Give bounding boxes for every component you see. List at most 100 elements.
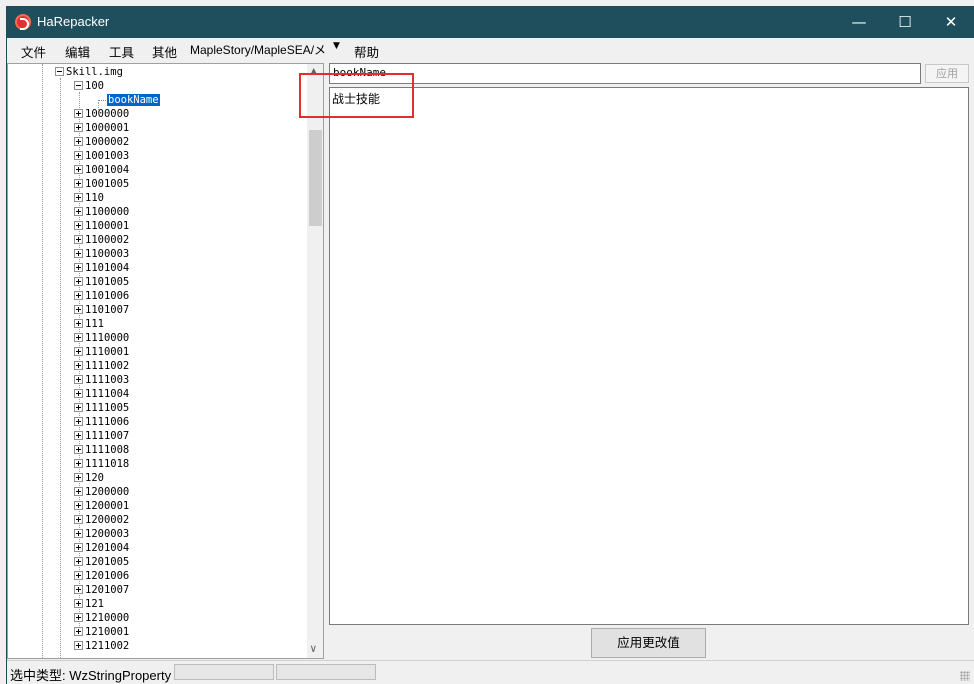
tree-node[interactable]: 1001003 <box>74 149 129 163</box>
tree-node[interactable]: 1001004 <box>74 163 129 177</box>
collapse-icon[interactable] <box>55 66 64 76</box>
expand-icon[interactable] <box>74 360 83 370</box>
expand-icon[interactable] <box>74 612 83 622</box>
tree-node-100[interactable]: 100 <box>74 79 104 93</box>
tree-node[interactable]: 1111006 <box>74 415 129 429</box>
expand-icon[interactable] <box>74 626 83 636</box>
tree-node[interactable]: 111 <box>74 317 104 331</box>
expand-icon[interactable] <box>74 528 83 538</box>
tree-node[interactable]: 1111018 <box>74 457 129 471</box>
expand-icon[interactable] <box>74 220 83 230</box>
tree-node[interactable]: 1201005 <box>74 555 129 569</box>
minimize-button[interactable]: — <box>836 7 882 38</box>
tree-scrollbar[interactable]: ▲ ∨ <box>307 64 323 658</box>
expand-icon[interactable] <box>74 556 83 566</box>
expand-icon[interactable] <box>74 640 83 650</box>
tree-node[interactable]: 1100000 <box>74 205 129 219</box>
maximize-button[interactable]: ☐ <box>882 7 928 38</box>
expand-icon[interactable] <box>74 290 83 300</box>
menu-tools[interactable]: 工具 <box>109 42 134 61</box>
tree-node[interactable]: 1111008 <box>74 443 129 457</box>
expand-icon[interactable] <box>74 598 83 608</box>
apply-name-button[interactable]: 应用 <box>925 64 969 83</box>
tree-node[interactable]: 1200003 <box>74 527 129 541</box>
expand-icon[interactable] <box>74 542 83 552</box>
expand-icon[interactable] <box>74 458 83 468</box>
expand-icon[interactable] <box>74 318 83 328</box>
tree-node[interactable]: 1110000 <box>74 331 129 345</box>
tree-node[interactable]: 1200001 <box>74 499 129 513</box>
tree-node[interactable]: 121 <box>74 597 104 611</box>
tree-node[interactable]: 1101005 <box>74 275 129 289</box>
menu-help[interactable]: 帮助 <box>354 42 379 61</box>
expand-icon[interactable] <box>74 416 83 426</box>
expand-icon[interactable] <box>74 430 83 440</box>
expand-icon[interactable] <box>74 444 83 454</box>
property-value-textarea[interactable]: 战士技能 <box>329 87 969 625</box>
tree-node[interactable]: 1210000 <box>74 611 129 625</box>
tree-node[interactable]: 1210001 <box>74 625 129 639</box>
scroll-down-icon[interactable]: ∨ <box>310 642 317 655</box>
tree-node[interactable]: 1111004 <box>74 387 129 401</box>
close-button[interactable]: ✕ <box>928 7 974 38</box>
tree-node[interactable]: 1100003 <box>74 247 129 261</box>
expand-icon[interactable] <box>74 192 83 202</box>
menu-file[interactable]: 文件 <box>21 42 46 61</box>
tree-node[interactable]: 1200000 <box>74 485 129 499</box>
expand-icon[interactable] <box>74 248 83 258</box>
expand-icon[interactable] <box>74 500 83 510</box>
expand-icon[interactable] <box>74 136 83 146</box>
wz-path-dropdown[interactable]: MapleStory/MapleSEA/メ <box>190 41 346 59</box>
expand-icon[interactable] <box>74 570 83 580</box>
tree-node[interactable]: 1101006 <box>74 289 129 303</box>
expand-icon[interactable] <box>74 332 83 342</box>
tree-node[interactable]: 1110001 <box>74 345 129 359</box>
expand-icon[interactable] <box>74 234 83 244</box>
collapse-icon[interactable] <box>74 80 83 90</box>
tree-node[interactable]: 1101004 <box>74 261 129 275</box>
expand-icon[interactable] <box>74 178 83 188</box>
expand-icon[interactable] <box>74 276 83 286</box>
expand-icon[interactable] <box>74 206 83 216</box>
tree-node[interactable]: 1100002 <box>74 233 129 247</box>
tree-node-skill-img[interactable]: Skill.img <box>55 65 123 79</box>
tree-node-bookname[interactable]: bookName <box>98 93 160 107</box>
tree-node[interactable]: 120 <box>74 471 104 485</box>
tree-node[interactable]: 110 <box>74 191 104 205</box>
chevron-down-icon[interactable]: ▼ <box>333 41 340 51</box>
scroll-up-icon[interactable]: ▲ <box>311 66 316 76</box>
wz-tree-view[interactable]: Skill.img 100 bookName 1000000 1000001 100… <box>7 63 324 659</box>
tree-node[interactable]: 1200002 <box>74 513 129 527</box>
expand-icon[interactable] <box>74 108 83 118</box>
tree-node[interactable]: 1000000 <box>74 107 129 121</box>
menu-other[interactable]: 其他 <box>152 42 177 61</box>
tree-node[interactable]: 1100001 <box>74 219 129 233</box>
tree-node[interactable]: 1001005 <box>74 177 129 191</box>
expand-icon[interactable] <box>74 514 83 524</box>
tree-node[interactable]: 1211002 <box>74 639 129 653</box>
expand-icon[interactable] <box>74 388 83 398</box>
resize-grip-icon[interactable] <box>960 671 970 681</box>
expand-icon[interactable] <box>74 584 83 594</box>
expand-icon[interactable] <box>74 304 83 314</box>
tree-node[interactable]: 1111003 <box>74 373 129 387</box>
expand-icon[interactable] <box>74 164 83 174</box>
tree-node[interactable]: 1000001 <box>74 121 129 135</box>
expand-icon[interactable] <box>74 402 83 412</box>
tree-node[interactable]: 1101007 <box>74 303 129 317</box>
property-name-field[interactable]: bookName <box>329 63 921 84</box>
expand-icon[interactable] <box>74 346 83 356</box>
apply-changes-button[interactable]: 应用更改值 <box>591 628 706 658</box>
expand-icon[interactable] <box>74 472 83 482</box>
tree-node[interactable]: 1201007 <box>74 583 129 597</box>
menu-edit[interactable]: 编辑 <box>65 42 90 61</box>
tree-node[interactable]: 1201004 <box>74 541 129 555</box>
expand-icon[interactable] <box>74 122 83 132</box>
scroll-thumb[interactable] <box>309 130 322 226</box>
expand-icon[interactable] <box>74 150 83 160</box>
tree-node[interactable]: 1111005 <box>74 401 129 415</box>
tree-node[interactable]: 1111007 <box>74 429 129 443</box>
expand-icon[interactable] <box>74 374 83 384</box>
tree-node[interactable]: 1201006 <box>74 569 129 583</box>
expand-icon[interactable] <box>74 486 83 496</box>
